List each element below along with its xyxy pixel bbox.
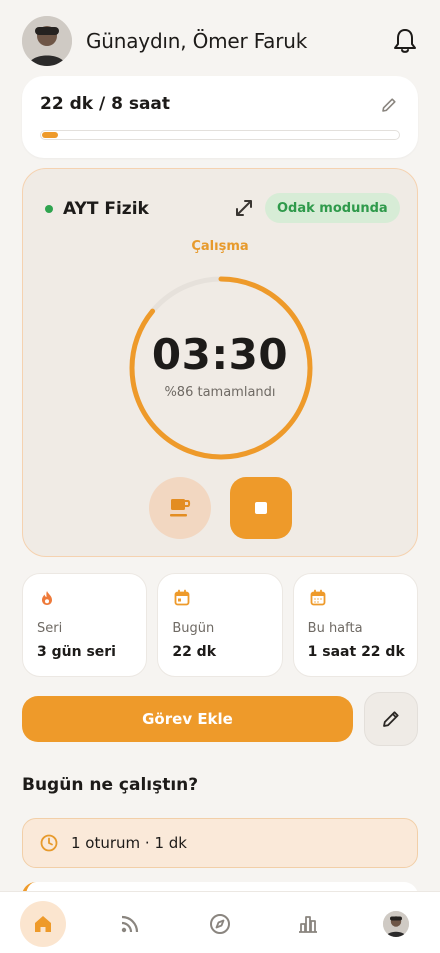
timer-card: AYT Fizik Odak modunda Çalışma 03:30 %86… (22, 168, 418, 557)
stop-button[interactable] (230, 477, 292, 539)
nav-stats[interactable] (285, 901, 331, 947)
stat-value: 3 gün seri (37, 644, 116, 660)
nav-home[interactable] (20, 901, 66, 947)
subject-row: AYT Fizik (45, 199, 149, 219)
stat-value: 22 dk (172, 644, 217, 660)
stat-card-today[interactable]: Bugün 22 dk (157, 573, 283, 677)
break-button[interactable] (149, 477, 211, 539)
coffee-cup-icon (170, 499, 191, 517)
stat-card-streak[interactable]: Seri 3 gün seri (22, 573, 148, 677)
flame-icon (42, 591, 52, 605)
bottom-navigation (0, 891, 440, 953)
section-title: Bugün ne çalıştın? (22, 775, 199, 795)
profile-avatar (383, 911, 409, 937)
status-dot (45, 205, 53, 213)
edit-tasks-button[interactable] (364, 692, 418, 746)
focus-mode-badge: Odak modunda (265, 193, 400, 223)
timer-display: 03:30 (151, 330, 289, 379)
stat-value: 1 saat 22 dk (307, 644, 405, 660)
compass-icon (210, 914, 230, 934)
timer-mode-label: Çalışma (191, 239, 249, 254)
stat-label: Seri (37, 621, 63, 636)
nav-feed[interactable] (107, 901, 153, 947)
stat-label: Bugün (172, 621, 215, 636)
pencil-icon (383, 711, 399, 727)
clock-icon (40, 834, 58, 852)
expand-icon[interactable] (233, 197, 255, 219)
subject-label: AYT Fizik (63, 199, 149, 219)
stats-row: Seri 3 gün seri Bugün 22 dk Bu hafta 1 s… (22, 573, 418, 677)
nav-explore[interactable] (197, 901, 243, 947)
user-avatar[interactable] (22, 16, 72, 66)
stat-card-week[interactable]: Bu hafta 1 saat 22 dk (292, 573, 418, 677)
bell-icon[interactable] (392, 27, 418, 55)
pencil-icon[interactable] (380, 96, 398, 114)
session-summary-card[interactable]: 1 oturum · 1 dk (22, 818, 418, 868)
nav-profile[interactable] (373, 901, 419, 947)
home-icon (35, 916, 51, 932)
stat-label: Bu hafta (307, 621, 363, 636)
calendar-icon (174, 589, 190, 606)
goal-progress-bar (40, 130, 400, 140)
timer-percent-text: %86 tamamlandı (164, 385, 276, 400)
goal-text: 22 dk / 8 saat (40, 94, 171, 114)
header: Günaydın, Ömer Faruk (22, 16, 418, 66)
add-task-button[interactable]: Görev Ekle (22, 696, 353, 742)
calendar-icon (310, 589, 326, 606)
stop-icon (255, 502, 267, 514)
chart-icon (299, 916, 317, 933)
goal-progress-fill (42, 132, 59, 138)
feed-icon (121, 915, 139, 933)
greeting-text: Günaydın, Ömer Faruk (86, 29, 308, 53)
daily-goal-card: 22 dk / 8 saat (22, 76, 418, 158)
session-text: 1 oturum · 1 dk (71, 834, 187, 852)
